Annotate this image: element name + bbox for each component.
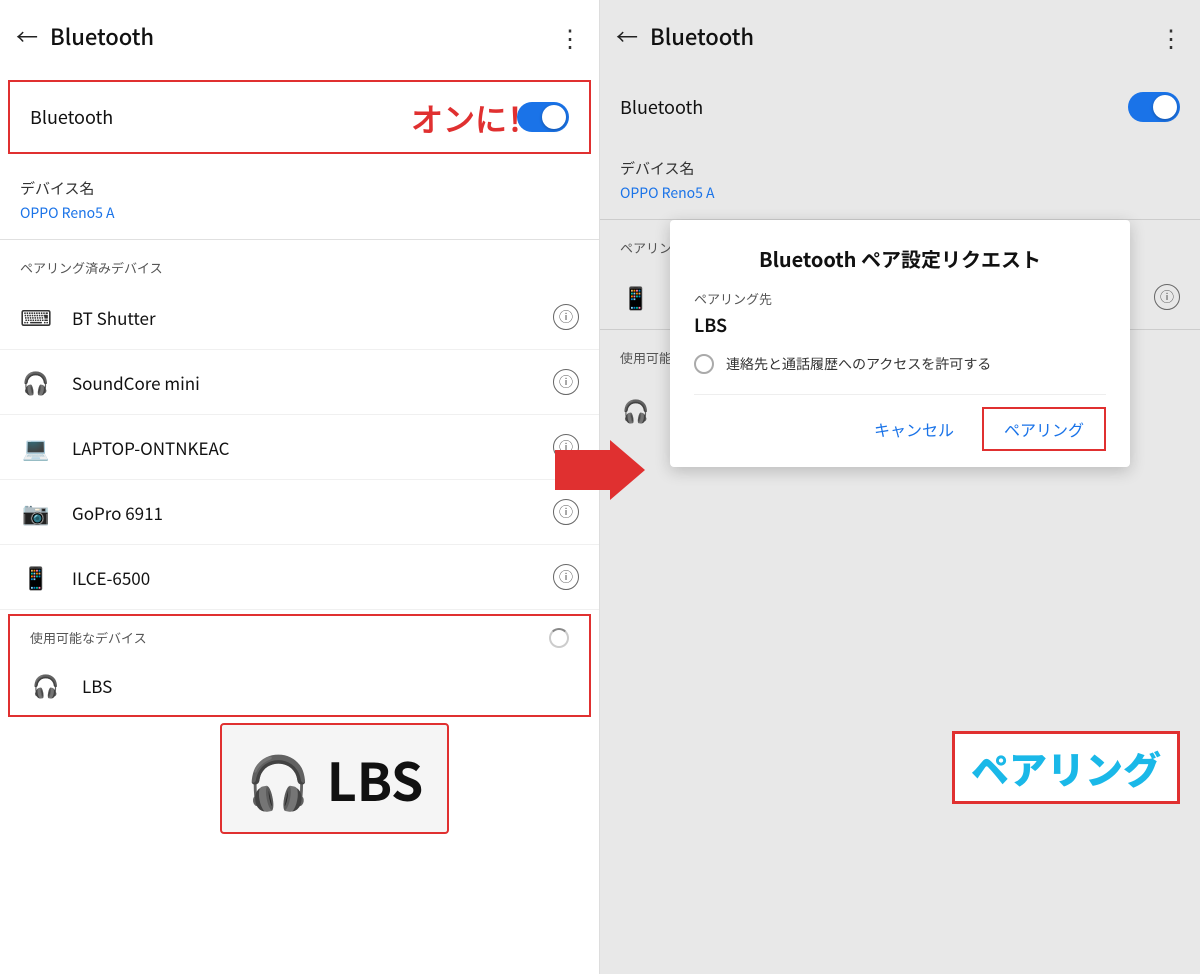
- loading-spinner: [549, 628, 569, 648]
- paired-section-label: ペアリング済みデバイス: [0, 240, 599, 285]
- paired-device-gopro[interactable]: 📷 GoPro 6911 ⓘ: [0, 480, 599, 545]
- paired-device-bt-shutter[interactable]: ⌨ BT Shutter ⓘ: [0, 285, 599, 350]
- on-annotation: オンに！: [411, 95, 539, 141]
- left-back-button[interactable]: ←: [16, 20, 38, 52]
- right-back-button[interactable]: ←: [616, 20, 638, 52]
- paired-device-laptop[interactable]: 💻 LAPTOP-ONTNKEAC ⓘ: [0, 415, 599, 480]
- big-lbs-overlay: 🎧 LBS: [220, 723, 449, 834]
- red-arrow-wrapper: [555, 440, 645, 500]
- headphone-icon-soundcore: 🎧: [20, 366, 52, 398]
- dialog-cancel-button[interactable]: キャンセル: [854, 407, 974, 451]
- info-icon-ilce[interactable]: ⓘ: [553, 564, 579, 590]
- pairing-big-label: ペアリング: [952, 731, 1180, 804]
- device-name-ilce: ILCE-6500: [72, 565, 553, 590]
- right-bluetooth-toggle-row[interactable]: Bluetooth: [600, 72, 1200, 142]
- dialog-checkbox-label: 連絡先と通話履歴へのアクセスを許可する: [726, 354, 991, 374]
- available-section-label: 使用可能なデバイス: [10, 616, 589, 655]
- dialog-buttons: キャンセル ペアリング: [694, 394, 1106, 451]
- device-name-row: デバイス名 OPPO Reno5 A: [0, 162, 599, 239]
- dialog-pair-button[interactable]: ペアリング: [982, 407, 1106, 451]
- device-name-soundcore: SoundCore mini: [72, 370, 553, 395]
- info-icon-gopro[interactable]: ⓘ: [553, 499, 579, 525]
- paired-device-soundcore[interactable]: 🎧 SoundCore mini ⓘ: [0, 350, 599, 415]
- right-device-name-label: デバイス名: [620, 158, 1180, 179]
- device-name-value[interactable]: OPPO Reno5 A: [20, 203, 579, 223]
- device-name-lbs-available: LBS: [82, 673, 569, 698]
- info-icon-bt-shutter[interactable]: ⓘ: [553, 304, 579, 330]
- device-name-bt-shutter: BT Shutter: [72, 305, 553, 330]
- available-device-lbs[interactable]: 🎧 LBS: [10, 655, 589, 715]
- right-bluetooth-toggle[interactable]: [1128, 92, 1180, 122]
- big-lbs-text: LBS: [327, 741, 424, 816]
- info-icon-soundcore[interactable]: ⓘ: [553, 369, 579, 395]
- device-name-gopro: GoPro 6911: [72, 500, 553, 525]
- right-arrow-svg: [555, 440, 645, 500]
- bluetooth-pair-dialog: Bluetooth ペア設定リクエスト ペアリング先 LBS 連絡先と通話履歴へ…: [670, 220, 1130, 467]
- dialog-pair-target-label: ペアリング先: [694, 289, 1106, 308]
- right-headphone-lbs: 🎧: [620, 394, 652, 426]
- right-device-name-value[interactable]: OPPO Reno5 A: [620, 183, 1180, 203]
- device-name-laptop: LAPTOP-ONTNKEAC: [72, 435, 553, 460]
- dialog-checkbox-row: 連絡先と通話履歴へのアクセスを許可する: [694, 354, 1106, 374]
- left-panel: ← Bluetooth ⋮ Bluetooth オンに！ デバイス名 OPPO …: [0, 0, 600, 974]
- right-device-name-row: デバイス名 OPPO Reno5 A: [600, 142, 1200, 219]
- right-phone-icon-ilce: 📱: [620, 281, 652, 313]
- left-more-button[interactable]: ⋮: [558, 19, 583, 54]
- device-name-label: デバイス名: [20, 178, 579, 199]
- left-settings-list: Bluetooth オンに！ デバイス名 OPPO Reno5 A ペアリング済…: [0, 72, 599, 974]
- dialog-title: Bluetooth ペア設定リクエスト: [694, 244, 1106, 273]
- right-page-title: Bluetooth: [650, 20, 1159, 52]
- headphone-icon-lbs: 🎧: [30, 669, 62, 701]
- available-section: 使用可能なデバイス 🎧 LBS: [8, 614, 591, 717]
- right-more-button[interactable]: ⋮: [1159, 19, 1184, 54]
- camera-icon-gopro: 📷: [20, 496, 52, 528]
- keyboard-icon: ⌨: [20, 301, 52, 333]
- right-info-icon-ilce[interactable]: ⓘ: [1154, 284, 1180, 310]
- dialog-radio-button[interactable]: [694, 354, 714, 374]
- big-headphone-icon: 🎧: [246, 741, 311, 816]
- laptop-icon: 💻: [20, 431, 52, 463]
- right-settings-list: Bluetooth デバイス名 OPPO Reno5 A ペアリング済みデバイス…: [600, 72, 1200, 974]
- right-panel: ← Bluetooth ⋮ Bluetooth デバイス名 OPPO Reno5…: [600, 0, 1200, 974]
- right-bluetooth-label: Bluetooth: [620, 94, 1128, 120]
- paired-device-ilce[interactable]: 📱 ILCE-6500 ⓘ: [0, 545, 599, 610]
- dialog-device-name: LBS: [694, 312, 1106, 338]
- phone-icon-ilce: 📱: [20, 561, 52, 593]
- left-header: ← Bluetooth ⋮: [0, 0, 599, 72]
- left-page-title: Bluetooth: [50, 20, 558, 52]
- right-header: ← Bluetooth ⋮: [600, 0, 1200, 72]
